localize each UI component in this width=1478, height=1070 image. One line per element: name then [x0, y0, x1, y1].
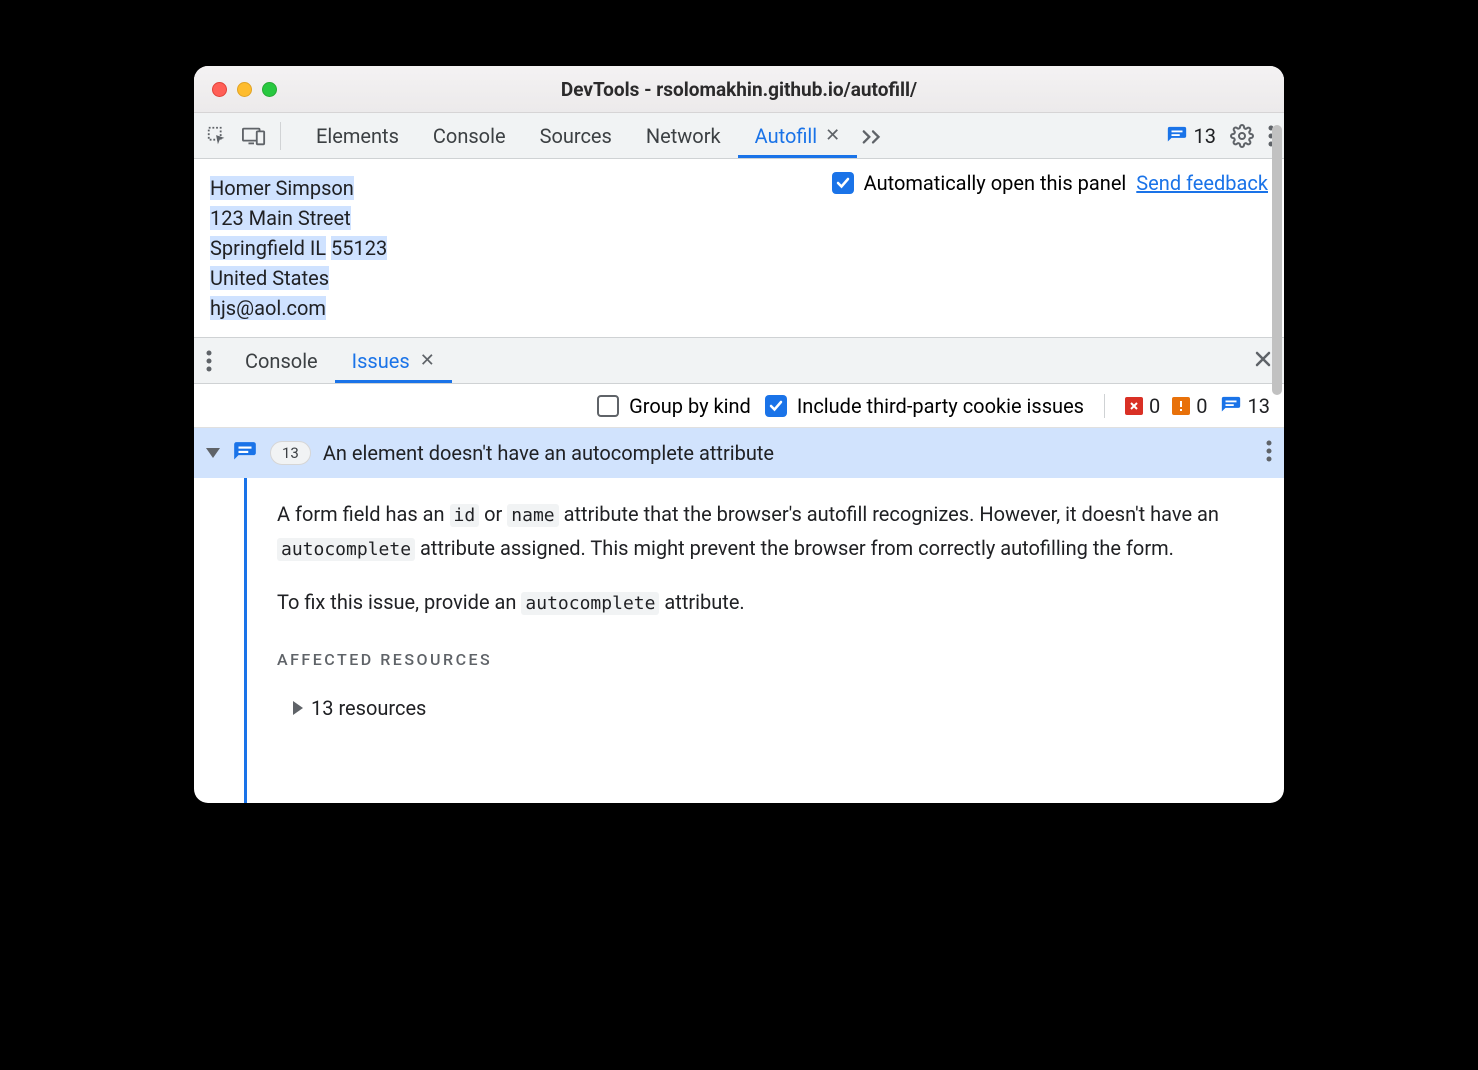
- resources-toggle[interactable]: 13 resources: [293, 692, 1254, 724]
- titlebar: DevTools - rsolomakhin.github.io/autofil…: [194, 66, 1284, 113]
- devtools-window: DevTools - rsolomakhin.github.io/autofil…: [194, 66, 1284, 803]
- info-count[interactable]: 13: [1220, 394, 1270, 418]
- divider: [1104, 394, 1105, 418]
- drawer-header: Console Issues ✕: [194, 338, 1284, 384]
- group-by-kind-label: Group by kind: [629, 394, 751, 418]
- resources-label: 13 resources: [311, 692, 426, 724]
- issue-body-container: A form field has an id or name attribute…: [194, 478, 1284, 803]
- error-count[interactable]: 0: [1125, 394, 1160, 418]
- message-icon: [232, 440, 258, 466]
- issues-filter-row: Group by kind Include third-party cookie…: [194, 384, 1284, 428]
- drawer-kebab-icon[interactable]: [206, 350, 212, 372]
- autofill-preview-address: Homer Simpson 123 Main Street Springfiel…: [210, 173, 387, 323]
- expand-toggle-icon[interactable]: [206, 448, 220, 458]
- error-badge-icon: [1125, 397, 1143, 415]
- close-icon[interactable]: ✕: [420, 350, 435, 371]
- close-icon[interactable]: ✕: [825, 125, 840, 146]
- window-title: DevTools - rsolomakhin.github.io/autofil…: [194, 78, 1284, 101]
- more-tabs-icon[interactable]: [861, 127, 885, 145]
- main-toolbar: Elements Console Sources Network Autofil…: [194, 113, 1284, 159]
- drawer-tab-issues[interactable]: Issues ✕: [335, 338, 452, 383]
- issue-title: An element doesn't have an autocomplete …: [323, 441, 774, 465]
- issue-counts: 0 0 13: [1125, 394, 1270, 418]
- send-feedback-link[interactable]: Send feedback: [1136, 171, 1268, 195]
- contact-name: Homer Simpson: [210, 176, 354, 200]
- tab-elements[interactable]: Elements: [299, 113, 416, 158]
- issue-paragraph-2: To fix this issue, provide an autocomple…: [277, 586, 1254, 620]
- panel-tabs: Elements Console Sources Network Autofil…: [299, 113, 885, 158]
- device-toolbar-icon[interactable]: [242, 126, 266, 146]
- warning-count[interactable]: 0: [1172, 394, 1207, 418]
- gear-icon[interactable]: [1230, 124, 1254, 148]
- zip: 55123: [331, 236, 387, 260]
- issue-menu-icon[interactable]: [1266, 440, 1272, 467]
- maximize-window-button[interactable]: [262, 82, 277, 97]
- issue-paragraph-1: A form field has an id or name attribute…: [277, 498, 1254, 566]
- issues-count: 13: [1194, 124, 1216, 148]
- window-controls: [212, 82, 277, 97]
- tab-autofill-label: Autofill: [755, 124, 818, 148]
- tab-sources[interactable]: Sources: [523, 113, 629, 158]
- message-icon: [1220, 395, 1242, 417]
- issue-body: A form field has an id or name attribute…: [247, 478, 1284, 803]
- drawer-close-icon[interactable]: [1254, 350, 1272, 372]
- include-third-party-checkbox[interactable]: [765, 395, 787, 417]
- warning-badge-icon: [1172, 397, 1190, 415]
- drawer-tab-issues-label: Issues: [352, 349, 410, 373]
- issue-count-pill: 13: [270, 441, 311, 465]
- auto-open-checkbox[interactable]: [832, 172, 854, 194]
- issue-row[interactable]: 13 An element doesn't have an autocomple…: [194, 428, 1284, 478]
- group-by-kind-checkbox[interactable]: [597, 395, 619, 417]
- chevron-right-icon: [293, 701, 303, 715]
- tab-console[interactable]: Console: [416, 113, 523, 158]
- drawer-tab-console[interactable]: Console: [228, 338, 335, 383]
- address-line-1: 123 Main Street: [210, 206, 351, 230]
- scrollbar-thumb[interactable]: [1272, 125, 1282, 395]
- city-state: Springfield IL: [210, 236, 326, 260]
- auto-open-label: Automatically open this panel: [864, 171, 1127, 195]
- country: United States: [210, 266, 329, 290]
- issues-counter[interactable]: 13: [1166, 124, 1216, 148]
- tab-network[interactable]: Network: [629, 113, 738, 158]
- tab-autofill[interactable]: Autofill ✕: [738, 113, 858, 158]
- minimize-window-button[interactable]: [237, 82, 252, 97]
- email: hjs@aol.com: [210, 296, 326, 320]
- include-third-party-label: Include third-party cookie issues: [797, 394, 1084, 418]
- autofill-panel: Homer Simpson 123 Main Street Springfiel…: [194, 159, 1284, 338]
- close-window-button[interactable]: [212, 82, 227, 97]
- affected-resources-heading: AFFECTED RESOURCES: [277, 644, 1254, 676]
- inspect-element-icon[interactable]: [206, 125, 228, 147]
